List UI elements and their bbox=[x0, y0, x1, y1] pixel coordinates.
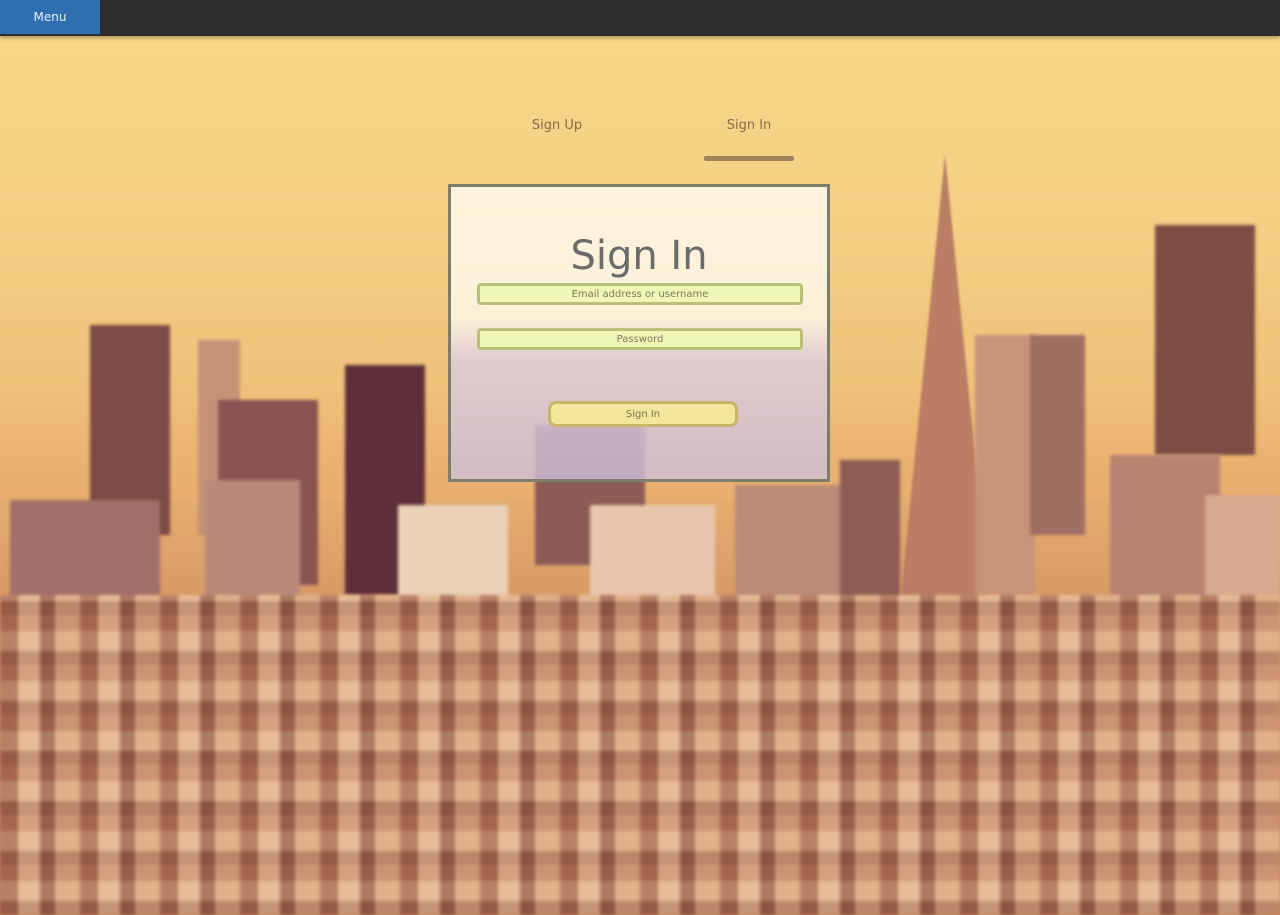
city-rooftops bbox=[0, 595, 1280, 915]
sign-in-form: Sign In Sign In bbox=[448, 184, 830, 482]
building bbox=[840, 460, 900, 615]
top-navigation-bar: Menu bbox=[0, 0, 1280, 36]
tab-sign-in[interactable]: Sign In bbox=[694, 118, 804, 133]
menu-button[interactable]: Menu bbox=[0, 0, 100, 34]
auth-tabs: Sign Up Sign In bbox=[0, 118, 1280, 168]
building bbox=[1030, 335, 1085, 535]
password-input[interactable] bbox=[477, 328, 803, 350]
email-or-username-input[interactable] bbox=[477, 283, 803, 305]
building bbox=[1110, 455, 1220, 615]
sign-in-button[interactable]: Sign In bbox=[548, 401, 738, 427]
form-title: Sign In bbox=[570, 233, 708, 279]
active-tab-indicator bbox=[704, 156, 794, 161]
building bbox=[1155, 225, 1255, 455]
tab-sign-up[interactable]: Sign Up bbox=[502, 118, 612, 133]
building bbox=[975, 335, 1035, 595]
